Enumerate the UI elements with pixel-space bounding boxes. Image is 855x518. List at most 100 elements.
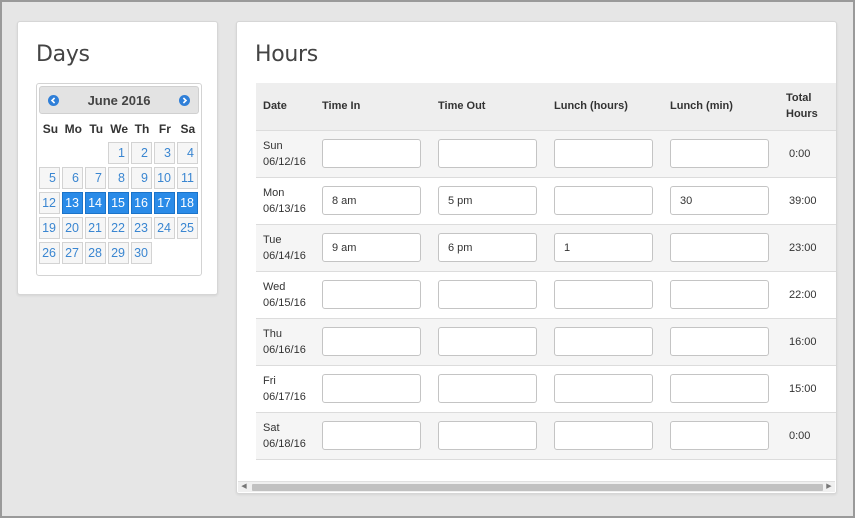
time-in-cell [315, 271, 431, 318]
row-day: Tue [263, 233, 282, 246]
lunch-hours-cell [547, 224, 663, 271]
calendar-empty-cell [154, 242, 175, 264]
time-in-cell [315, 365, 431, 412]
header-total-hours: Total Hours [779, 83, 836, 130]
calendar-day[interactable]: 3 [154, 142, 175, 164]
weekday-label: Sa [180, 122, 196, 136]
time-in-cell [315, 412, 431, 459]
time-out-input[interactable] [438, 139, 537, 168]
time-out-input[interactable] [438, 374, 537, 403]
calendar-weekday-row: Su Mo Tu We Th Fr Sa [39, 118, 199, 140]
calendar-empty-cell [177, 242, 198, 264]
calendar-day-selected[interactable]: 15 [108, 192, 129, 214]
time-out-input[interactable] [438, 327, 537, 356]
calendar-day-selected[interactable]: 18 [177, 192, 198, 214]
header-time-out: Time Out [438, 100, 486, 113]
total-hours-cell: 39:00 [789, 194, 817, 207]
time-in-input[interactable] [322, 233, 421, 262]
lunch-min-cell [663, 271, 779, 318]
calendar-day-selected[interactable]: 13 [62, 192, 83, 214]
lunch-min-input[interactable] [670, 421, 769, 450]
calendar-day[interactable]: 5 [39, 167, 60, 189]
calendar-day[interactable]: 27 [62, 242, 83, 264]
time-in-input[interactable] [322, 186, 421, 215]
calendar-day[interactable]: 12 [39, 192, 60, 214]
time-in-input[interactable] [322, 280, 421, 309]
scroll-right-icon[interactable]: ▶ [823, 482, 835, 492]
calendar-day[interactable]: 22 [108, 217, 129, 239]
calendar-day[interactable]: 30 [131, 242, 152, 264]
time-in-input[interactable] [322, 421, 421, 450]
lunch-hours-input[interactable] [554, 186, 653, 215]
lunch-min-input[interactable] [670, 233, 769, 262]
time-out-cell [431, 130, 547, 177]
hours-panel: Hours Date Time In Time Out Lunch (hours… [236, 21, 837, 494]
horizontal-scrollbar[interactable]: ◀ ▶ [238, 481, 835, 492]
calendar-day[interactable]: 19 [39, 217, 60, 239]
row-date: 06/14/16 [263, 249, 306, 262]
time-in-input[interactable] [322, 327, 421, 356]
time-out-cell [431, 224, 547, 271]
lunch-min-input[interactable] [670, 186, 769, 215]
calendar-day-selected[interactable]: 16 [131, 192, 152, 214]
lunch-hours-input[interactable] [554, 374, 653, 403]
lunch-hours-input[interactable] [554, 421, 653, 450]
calendar-day-selected[interactable]: 17 [154, 192, 175, 214]
time-out-input[interactable] [438, 421, 537, 450]
calendar-day[interactable]: 25 [177, 217, 198, 239]
date-cell: Sun 06/12/16 [256, 130, 315, 177]
time-out-cell [431, 177, 547, 224]
time-out-input[interactable] [438, 280, 537, 309]
weekday-label: Th [134, 122, 150, 136]
calendar-day[interactable]: 23 [131, 217, 152, 239]
date-cell: Tue 06/14/16 [256, 224, 315, 271]
calendar-day[interactable]: 8 [108, 167, 129, 189]
row-date: 06/16/16 [263, 343, 306, 356]
lunch-hours-input[interactable] [554, 233, 653, 262]
calendar-day-selected[interactable]: 14 [85, 192, 106, 214]
lunch-hours-input[interactable] [554, 139, 653, 168]
header-total-line2: Hours [786, 108, 818, 121]
calendar-day[interactable]: 9 [131, 167, 152, 189]
calendar-day[interactable]: 20 [62, 217, 83, 239]
lunch-hours-cell [547, 365, 663, 412]
calendar-day[interactable]: 10 [154, 167, 175, 189]
calendar-day[interactable]: 1 [108, 142, 129, 164]
table-row: Mon 06/13/16 39:00 [256, 177, 836, 224]
lunch-hours-cell [547, 130, 663, 177]
calendar-day[interactable]: 2 [131, 142, 152, 164]
lunch-min-input[interactable] [670, 139, 769, 168]
calendar-day[interactable]: 28 [85, 242, 106, 264]
calendar-day[interactable]: 4 [177, 142, 198, 164]
scroll-left-icon[interactable]: ◀ [238, 482, 250, 492]
row-date: 06/15/16 [263, 296, 306, 309]
table-row: Tue 06/14/16 23:00 [256, 224, 836, 271]
time-in-input[interactable] [322, 374, 421, 403]
lunch-hours-input[interactable] [554, 327, 653, 356]
time-in-input[interactable] [322, 139, 421, 168]
calendar-day[interactable]: 7 [85, 167, 106, 189]
calendar-day[interactable]: 26 [39, 242, 60, 264]
scrollbar-thumb[interactable] [252, 484, 823, 491]
lunch-hours-input[interactable] [554, 280, 653, 309]
lunch-min-cell [663, 318, 779, 365]
header-time-in: Time In [322, 100, 361, 113]
time-out-cell [431, 318, 547, 365]
table-row: Thu 06/16/16 16:00 [256, 318, 836, 365]
calendar-day[interactable]: 6 [62, 167, 83, 189]
lunch-min-input[interactable] [670, 327, 769, 356]
header-lunch-min: Lunch (min) [670, 100, 733, 113]
time-out-input[interactable] [438, 233, 537, 262]
lunch-hours-cell [547, 271, 663, 318]
calendar-day[interactable]: 21 [85, 217, 106, 239]
next-month-icon[interactable] [179, 95, 190, 106]
weekday-label: Fr [158, 122, 171, 136]
lunch-min-input[interactable] [670, 374, 769, 403]
weekday-label: Su [42, 122, 59, 136]
calendar-day[interactable]: 24 [154, 217, 175, 239]
calendar-day[interactable]: 11 [177, 167, 198, 189]
lunch-min-input[interactable] [670, 280, 769, 309]
time-out-input[interactable] [438, 186, 537, 215]
total-hours-cell: 0:00 [789, 147, 811, 160]
calendar-day[interactable]: 29 [108, 242, 129, 264]
